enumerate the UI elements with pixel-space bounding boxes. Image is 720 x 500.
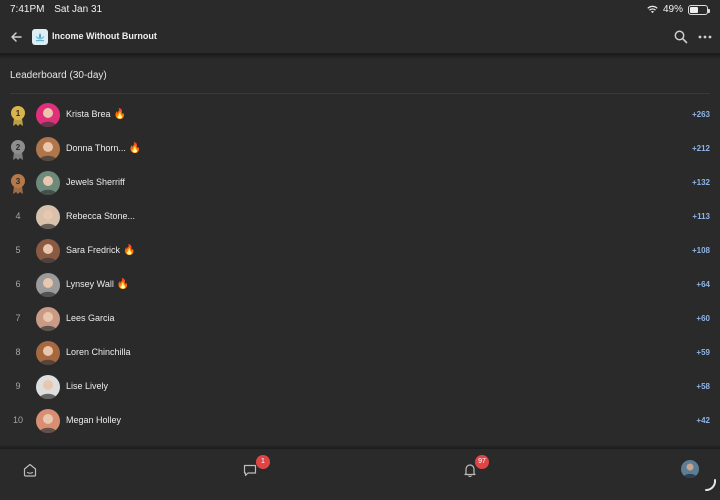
leaderboard-title: Leaderboard (30-day) bbox=[10, 70, 107, 81]
chat-badge: 1 bbox=[256, 455, 270, 469]
member-name[interactable]: Lynsey Wall 🔥 bbox=[66, 279, 129, 290]
app-header: Income Without Burnout bbox=[0, 20, 720, 54]
fire-icon: 🔥 bbox=[113, 109, 126, 120]
battery-fill bbox=[690, 6, 698, 13]
lotus-icon bbox=[35, 33, 45, 42]
member-name[interactable]: Rebecca Stone... bbox=[66, 211, 135, 221]
leaderboard-row[interactable]: 4 Rebecca Stone... +113 bbox=[0, 200, 720, 234]
divider bbox=[10, 93, 710, 94]
battery-icon bbox=[688, 4, 710, 15]
status-bar: 7:41PM Sat Jan 31 49% bbox=[0, 0, 720, 20]
rank-number: 10 bbox=[12, 415, 23, 425]
points-value: +263 bbox=[691, 110, 710, 119]
rank-number: 8 bbox=[15, 347, 21, 357]
profile-avatar[interactable] bbox=[681, 460, 699, 478]
rank-number: 3 bbox=[16, 177, 21, 186]
leaderboard-row[interactable]: 3 Jewels Sherriff +132 bbox=[0, 166, 720, 200]
home-icon[interactable] bbox=[22, 462, 38, 478]
points-value: +58 bbox=[696, 382, 710, 391]
member-name-text: Rebecca Stone... bbox=[66, 211, 136, 221]
member-name-text: Krista Brea bbox=[66, 109, 111, 119]
avatar[interactable] bbox=[36, 171, 60, 195]
points-value: +113 bbox=[692, 212, 710, 221]
avatar[interactable] bbox=[36, 307, 60, 331]
rank-number: 4 bbox=[15, 211, 21, 221]
avatar[interactable] bbox=[36, 103, 60, 127]
rank-number: 7 bbox=[15, 313, 21, 323]
member-name-text: Lynsey Wall bbox=[66, 279, 114, 289]
leaderboard-row[interactable]: 8 Loren Chinchilla +59 bbox=[0, 336, 720, 370]
back-arrow-icon[interactable] bbox=[8, 29, 24, 45]
leaderboard-row[interactable]: 1 Krista Brea 🔥 +263 bbox=[0, 98, 720, 132]
member-name[interactable]: Sara Fredrick 🔥 bbox=[66, 245, 135, 256]
bottom-tab-bar: 1 97 bbox=[0, 449, 720, 500]
leaderboard-row[interactable]: 6 Lynsey Wall 🔥 +64 bbox=[0, 268, 720, 302]
member-name-text: Jewels Sherriff bbox=[66, 177, 125, 187]
status-date: Sat Jan 31 bbox=[54, 4, 103, 15]
loading-spinner-icon bbox=[705, 479, 717, 492]
member-name[interactable]: Donna Thorn... 🔥 bbox=[66, 143, 141, 154]
points-value: +64 bbox=[696, 280, 710, 289]
status-time: 7:41PM bbox=[10, 4, 45, 15]
battery-percent: 49% bbox=[662, 4, 683, 15]
fire-icon: 🔥 bbox=[116, 279, 130, 290]
member-name-text: Sara Fredrick bbox=[66, 245, 121, 255]
leaderboard-row[interactable]: 9 Lise Lively +58 bbox=[0, 370, 720, 404]
member-name[interactable]: Krista Brea 🔥 bbox=[66, 109, 126, 120]
header-shadow bbox=[0, 54, 720, 59]
points-value: +59 bbox=[696, 348, 710, 357]
rank-number: 9 bbox=[15, 381, 21, 391]
points-value: +108 bbox=[691, 246, 710, 255]
leaderboard-row[interactable]: 7 Lees Garcia +60 bbox=[0, 302, 720, 336]
search-icon[interactable] bbox=[673, 29, 689, 45]
leaderboard-row[interactable]: 10 Megan Holley +42 bbox=[0, 404, 720, 438]
avatar[interactable] bbox=[36, 341, 60, 365]
avatar[interactable] bbox=[36, 205, 60, 229]
rank-number: 1 bbox=[16, 109, 21, 118]
member-name[interactable]: Lise Lively bbox=[66, 381, 108, 391]
leaderboard-row[interactable]: 5 Sara Fredrick 🔥 +108 bbox=[0, 234, 720, 268]
status-right: 49% bbox=[647, 4, 710, 15]
member-name-text: Donna Thorn... bbox=[66, 143, 126, 153]
community-title[interactable]: Income Without Burnout bbox=[52, 31, 157, 41]
member-name[interactable]: Lees Garcia bbox=[66, 313, 115, 323]
member-name-text: Lees Garcia bbox=[66, 313, 115, 323]
rank-number: 5 bbox=[15, 245, 21, 255]
member-name[interactable]: Loren Chinchilla bbox=[66, 347, 131, 357]
leaderboard-row[interactable]: 2 Donna Thorn... 🔥 +212 bbox=[0, 132, 720, 166]
avatar[interactable] bbox=[36, 273, 60, 297]
medal-icon: 1 bbox=[11, 106, 25, 126]
wifi-icon bbox=[647, 5, 658, 14]
fire-icon: 🔥 bbox=[123, 245, 136, 256]
member-name[interactable]: Jewels Sherriff bbox=[66, 177, 125, 187]
more-icon[interactable] bbox=[697, 29, 713, 45]
avatar[interactable] bbox=[36, 409, 60, 433]
member-name-text: Lise Lively bbox=[66, 381, 109, 391]
member-name-text: Megan Holley bbox=[66, 415, 122, 425]
medal-icon: 3 bbox=[11, 174, 25, 194]
fire-icon: 🔥 bbox=[128, 143, 142, 154]
rank-number: 6 bbox=[15, 279, 21, 289]
points-value: +212 bbox=[691, 144, 710, 153]
notifications-badge: 97 bbox=[475, 455, 489, 469]
avatar[interactable] bbox=[36, 239, 60, 263]
avatar[interactable] bbox=[36, 137, 60, 161]
points-value: +132 bbox=[691, 178, 710, 187]
member-name-text: Loren Chinchilla bbox=[66, 347, 131, 357]
status-time-date: 7:41PM Sat Jan 31 bbox=[10, 4, 109, 15]
avatar[interactable] bbox=[36, 375, 60, 399]
community-logo bbox=[32, 29, 48, 45]
points-value: +42 bbox=[696, 416, 710, 425]
member-name[interactable]: Megan Holley bbox=[66, 415, 121, 425]
points-value: +60 bbox=[696, 314, 710, 323]
medal-icon: 2 bbox=[11, 140, 25, 160]
rank-number: 2 bbox=[16, 143, 21, 152]
